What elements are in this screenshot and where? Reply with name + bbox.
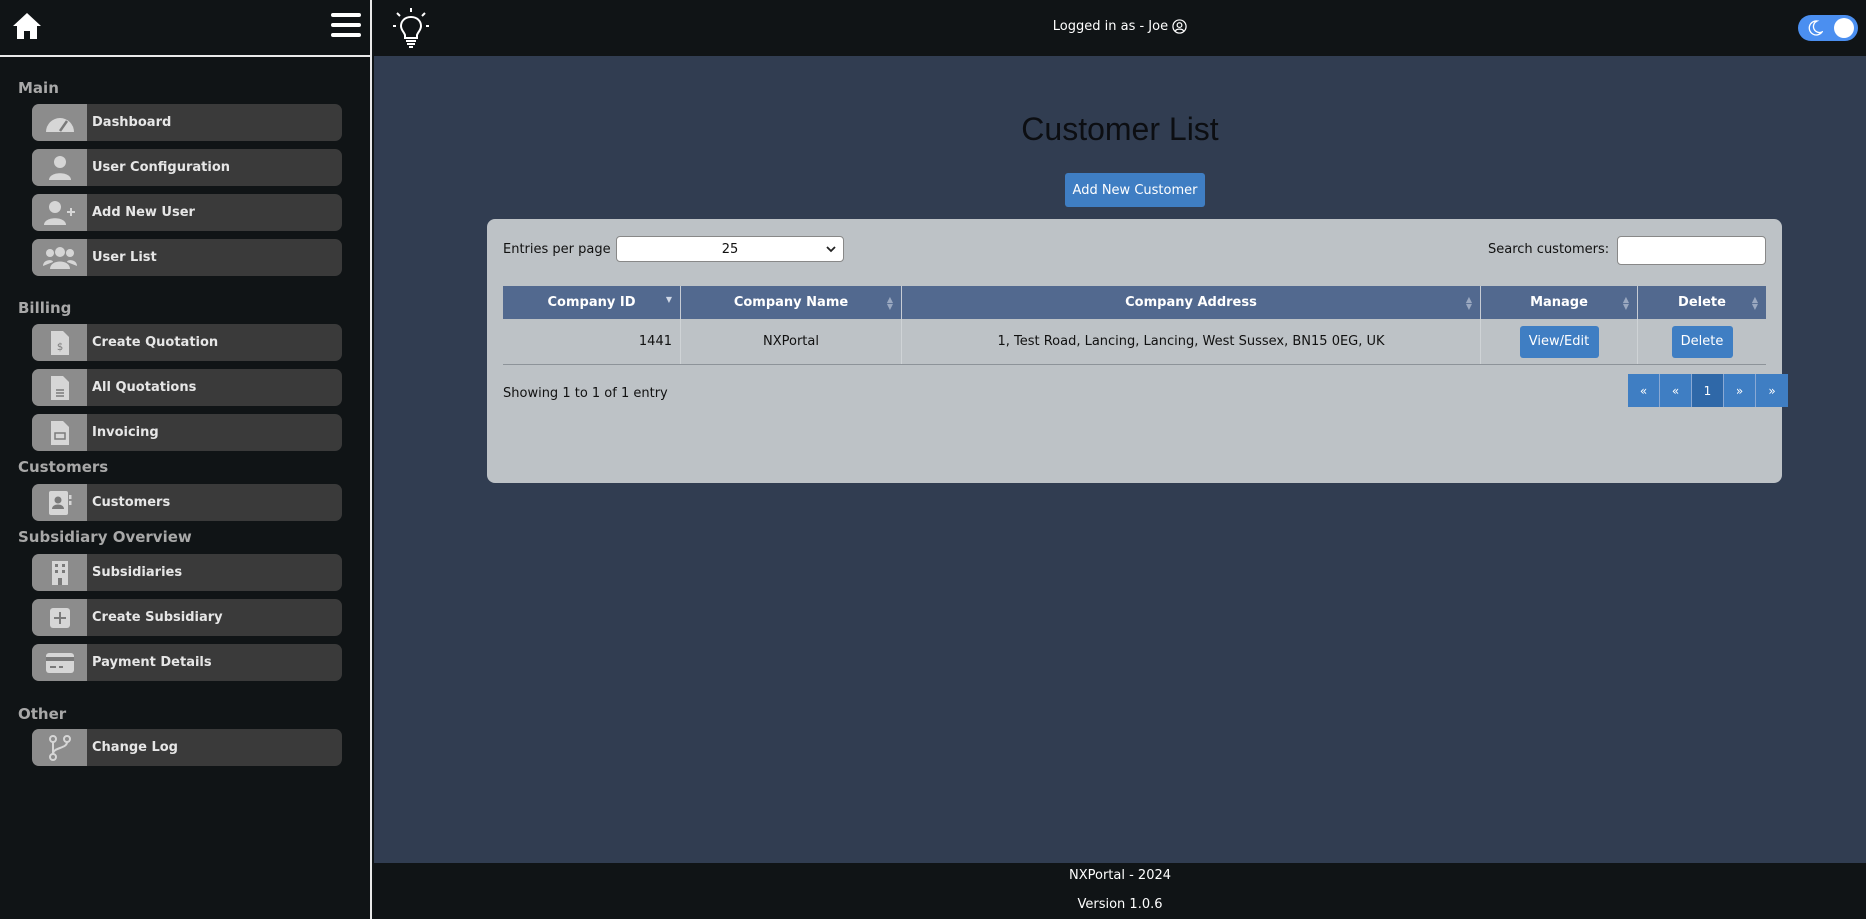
users-icon bbox=[32, 239, 87, 276]
section-title-customers: Customers bbox=[18, 458, 109, 476]
cell-manage: View/Edit bbox=[1481, 319, 1638, 364]
column-header-label: Company Name bbox=[733, 295, 849, 310]
column-header-company-id[interactable]: Company ID ▼ bbox=[503, 286, 681, 319]
add-new-customer-button[interactable]: Add New Customer bbox=[1065, 173, 1205, 207]
svg-text:$: $ bbox=[56, 342, 62, 353]
footer-copyright: NXPortal - 2024 bbox=[1068, 868, 1172, 883]
file-lines-icon bbox=[32, 369, 87, 406]
toggle-knob bbox=[1834, 18, 1854, 38]
moon-icon bbox=[1808, 20, 1823, 36]
chevron-down-icon bbox=[826, 246, 836, 253]
top-bar: Logged in as - Joe bbox=[374, 0, 1866, 56]
sidebar-item-label: All Quotations bbox=[92, 380, 197, 395]
sidebar-item-label: Create Subsidiary bbox=[92, 610, 223, 625]
sidebar-item-customers[interactable]: Customers bbox=[32, 484, 342, 521]
page-1-button[interactable]: 1 bbox=[1692, 374, 1724, 407]
entries-per-page-select[interactable]: 25 bbox=[616, 236, 844, 262]
sidebar-item-label: User List bbox=[92, 250, 157, 265]
logged-in-status: Logged in as - Joe bbox=[374, 19, 1866, 34]
sidebar-item-user-configuration[interactable]: User Configuration bbox=[32, 149, 342, 186]
speedometer-icon bbox=[32, 104, 87, 141]
entries-per-page-value: 25 bbox=[721, 241, 739, 257]
section-title-other: Other bbox=[18, 705, 67, 723]
pagination: « « 1 » » bbox=[1628, 374, 1788, 407]
previous-page-button[interactable]: « bbox=[1660, 374, 1692, 407]
sidebar-item-user-list[interactable]: User List bbox=[32, 239, 342, 276]
section-title-billing: Billing bbox=[18, 299, 72, 317]
sidebar-item-add-new-user[interactable]: Add New User bbox=[32, 194, 342, 231]
hamburger-menu-icon[interactable] bbox=[331, 12, 361, 38]
sidebar-item-subsidiaries[interactable]: Subsidiaries bbox=[32, 554, 342, 591]
column-header-label: Delete bbox=[1678, 295, 1726, 310]
sort-icon: ▲ ▼ bbox=[1465, 295, 1472, 311]
logged-in-text: Logged in as - Joe bbox=[1052, 19, 1169, 34]
cell-company-address: 1, Test Road, Lancing, Lancing, West Sus… bbox=[902, 319, 1481, 364]
credit-card-icon bbox=[32, 644, 87, 681]
file-dollar-icon: $ bbox=[32, 324, 87, 361]
column-header-label: Company Address bbox=[1125, 295, 1257, 310]
sidebar-item-label: Add New User bbox=[92, 205, 195, 220]
sidebar-item-payment-details[interactable]: Payment Details bbox=[32, 644, 342, 681]
page-title: Customer List bbox=[1021, 111, 1219, 147]
entries-per-page-label: Entries per page bbox=[503, 242, 611, 257]
footer: NXPortal - 2024 Version 1.0.6 bbox=[374, 863, 1866, 919]
sidebar-item-all-quotations[interactable]: All Quotations bbox=[32, 369, 342, 406]
address-book-icon bbox=[32, 484, 87, 521]
sidebar-item-create-subsidiary[interactable]: Create Subsidiary bbox=[32, 599, 342, 636]
column-header-company-address[interactable]: Company Address ▲ ▼ bbox=[902, 286, 1481, 319]
column-header-manage[interactable]: Manage ▲ ▼ bbox=[1481, 286, 1638, 319]
next-page-button[interactable]: » bbox=[1724, 374, 1756, 407]
user-circle-icon bbox=[1172, 19, 1187, 34]
column-header-company-name[interactable]: Company Name ▲ ▼ bbox=[681, 286, 902, 319]
table-row: 1441 NXPortal 1, Test Road, Lancing, Lan… bbox=[503, 319, 1766, 365]
sidebar-item-label: Change Log bbox=[92, 740, 178, 755]
sidebar-item-change-log[interactable]: Change Log bbox=[32, 729, 342, 766]
sidebar-item-label: Invoicing bbox=[92, 425, 159, 440]
code-branch-icon bbox=[32, 729, 87, 766]
footer-version: Version 1.0.6 bbox=[1077, 897, 1163, 912]
building-icon bbox=[32, 554, 87, 591]
cell-company-id: 1441 bbox=[503, 319, 681, 364]
search-customers-input[interactable] bbox=[1617, 236, 1766, 265]
sort-icon: ▲ ▼ bbox=[1751, 295, 1758, 311]
first-page-button[interactable]: « bbox=[1628, 374, 1660, 407]
column-header-label: Company ID bbox=[547, 295, 636, 310]
showing-entries-text: Showing 1 to 1 of 1 entry bbox=[503, 386, 668, 401]
delete-button[interactable]: Delete bbox=[1671, 325, 1733, 358]
user-icon bbox=[32, 149, 87, 186]
customer-table-panel: Entries per page 25 Search customers: Co… bbox=[487, 219, 1788, 483]
column-header-delete[interactable]: Delete ▲ ▼ bbox=[1638, 286, 1766, 319]
sidebar-item-label: Create Quotation bbox=[92, 335, 219, 350]
sidebar-item-dashboard[interactable]: Dashboard bbox=[32, 104, 342, 141]
section-title-subsidiary-overview: Subsidiary Overview bbox=[18, 528, 192, 546]
cell-delete: Delete bbox=[1638, 319, 1766, 364]
sidebar-item-label: Subsidiaries bbox=[92, 565, 183, 580]
search-customers-label: Search customers: bbox=[1488, 242, 1610, 257]
sidebar-header bbox=[0, 0, 370, 57]
sidebar-item-label: Dashboard bbox=[92, 115, 172, 130]
last-page-button[interactable]: » bbox=[1756, 374, 1788, 407]
sort-icon: ▲ ▼ bbox=[1622, 295, 1629, 311]
view-edit-button[interactable]: View/Edit bbox=[1519, 325, 1599, 358]
user-plus-icon bbox=[32, 194, 87, 231]
sort-icon: ▲ ▼ bbox=[886, 295, 893, 311]
sidebar-item-label: Customers bbox=[92, 495, 171, 510]
sidebar-item-label: Payment Details bbox=[92, 655, 212, 670]
sort-desc-icon: ▼ bbox=[665, 295, 672, 304]
main-content: Customer List Add New Customer Entries p… bbox=[374, 56, 1866, 863]
section-title-main: Main bbox=[18, 79, 59, 97]
sidebar-item-invoicing[interactable]: Invoicing bbox=[32, 414, 342, 451]
home-icon[interactable] bbox=[12, 12, 42, 40]
customer-table: Company ID ▼ Company Name ▲ ▼ Company Add… bbox=[503, 286, 1766, 365]
sidebar-item-label: User Configuration bbox=[92, 160, 231, 175]
square-plus-icon bbox=[32, 599, 87, 636]
column-header-label: Manage bbox=[1530, 295, 1588, 310]
table-header: Company ID ▼ Company Name ▲ ▼ Company Add… bbox=[503, 286, 1766, 319]
invoice-icon bbox=[32, 414, 87, 451]
sidebar: Main Dashboard User Configuration Add Ne… bbox=[0, 0, 372, 919]
dark-mode-toggle[interactable] bbox=[1798, 15, 1858, 41]
cell-company-name: NXPortal bbox=[681, 319, 902, 364]
sidebar-item-create-quotation[interactable]: $ Create Quotation bbox=[32, 324, 342, 361]
